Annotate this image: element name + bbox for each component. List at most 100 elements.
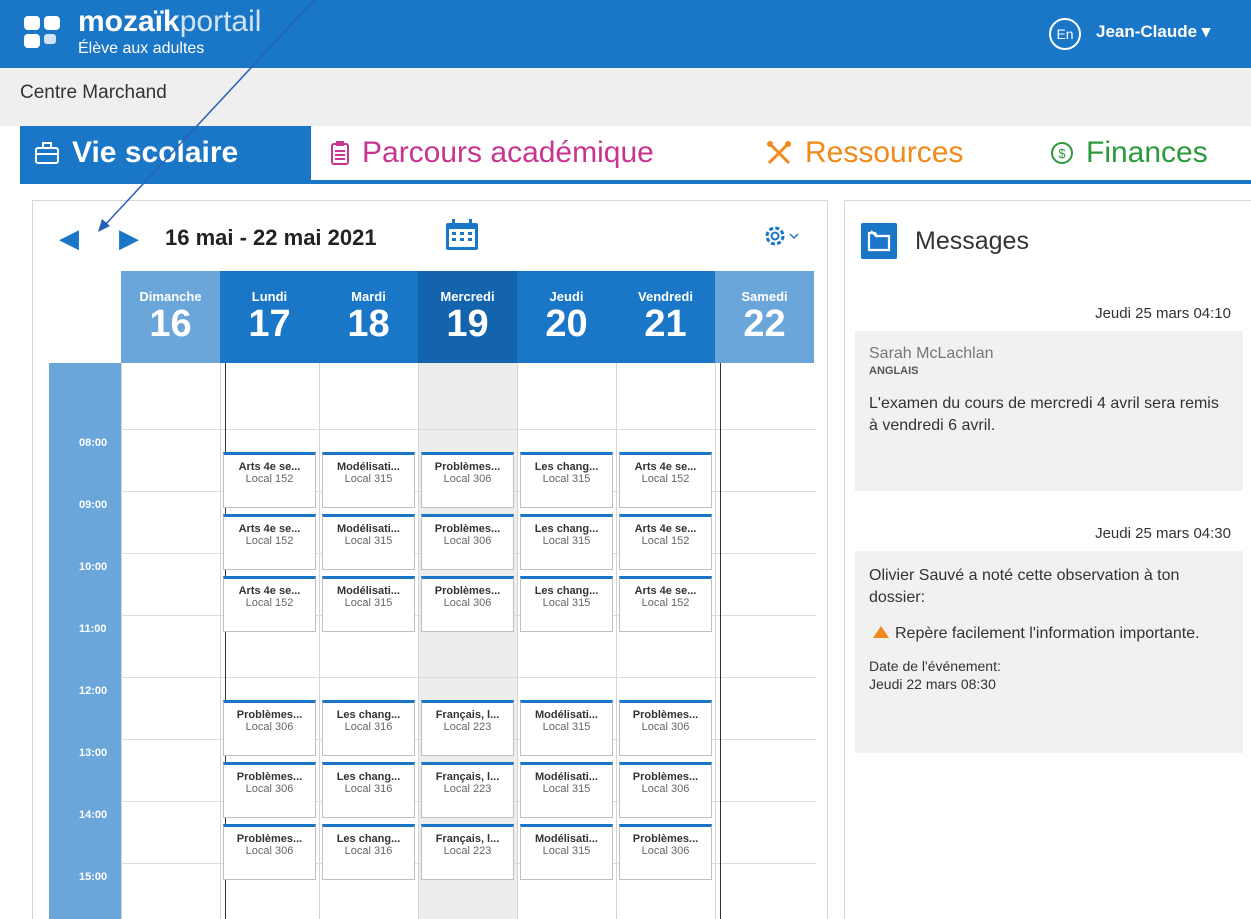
event-title: Arts 4e se... [634,461,697,473]
event-title: Français, l... [435,709,500,721]
message-card[interactable]: Sarah McLachlan ANGLAIS L'examen du cour… [855,331,1243,491]
user-menu[interactable]: Jean-Claude ▾ [1096,22,1210,42]
messages-panel: Messages Jeudi 25 mars 04:10 Sarah McLac… [844,200,1251,919]
day-name: Vendredi [638,289,693,304]
event-room: Local 152 [641,597,690,609]
class-event[interactable]: Problèmes... Local 306 [421,576,514,632]
time-label: 08:00 [79,437,108,449]
class-event[interactable]: Arts 4e se... Local 152 [619,452,712,508]
event-room: Local 316 [344,783,393,795]
next-week-button[interactable]: ▶ [119,223,139,254]
day-number: 18 [347,303,390,345]
day-headers: Dimanche 16 Lundi 17 Mardi 18 Mercredi 19 Jeudi 2… [121,271,814,363]
class-event[interactable]: Les chang... Local 316 [322,824,415,880]
class-event[interactable]: Problèmes... Local 306 [421,452,514,508]
event-room: Local 152 [245,597,294,609]
class-event[interactable]: Problèmes... Local 306 [223,824,316,880]
class-event[interactable]: Modélisati... Local 315 [520,762,613,818]
event-title: Modélisati... [337,523,400,535]
calendar-settings-menu[interactable] [763,223,803,254]
day-column[interactable] [121,363,220,919]
mozaik-logo-icon[interactable] [22,14,62,50]
day-header-lundi[interactable]: Lundi 17 [220,271,319,363]
tab-parcours-academique[interactable]: Parcours académique [330,126,654,180]
calendar-picker-icon[interactable] [445,219,479,251]
message-body: L'examen du cours de mercredi 4 avril se… [869,395,1219,434]
day-name: Mardi [351,289,386,304]
messages-icon [861,223,897,259]
class-event[interactable]: Les chang... Local 315 [520,452,613,508]
event-title: Arts 4e se... [238,461,301,473]
event-title: Arts 4e se... [634,523,697,535]
event-title: Les chang... [534,585,599,597]
day-number: 19 [446,303,489,345]
tab-finances[interactable]: $ Finances [1050,126,1208,180]
class-event[interactable]: Problèmes... Local 306 [421,514,514,570]
day-header-mercredi[interactable]: Mercredi 19 [418,271,517,363]
class-event[interactable]: Modélisati... Local 315 [322,452,415,508]
class-event[interactable]: Français, l... Local 223 [421,762,514,818]
schedule-panel: ◀ ▶ 16 mai - 22 mai 2021 Dimanche 16 Lundi… [32,200,828,919]
event-title: Problèmes... [434,523,501,535]
message-card[interactable]: Olivier Sauvé a noté cette observation à… [855,551,1243,753]
class-event[interactable]: Les chang... Local 316 [322,762,415,818]
event-room: Local 152 [245,535,294,547]
day-name: Mercredi [440,289,495,304]
previous-week-button[interactable]: ◀ [59,223,79,254]
class-event[interactable]: Arts 4e se... Local 152 [223,452,316,508]
class-event[interactable]: Modélisati... Local 315 [520,824,613,880]
day-header-dimanche[interactable]: Dimanche 16 [121,271,220,363]
time-label: 13:00 [79,747,108,759]
class-event[interactable]: Français, l... Local 223 [421,824,514,880]
class-event[interactable]: Arts 4e se... Local 152 [619,576,712,632]
day-number: 21 [644,303,687,345]
class-event[interactable]: Les chang... Local 315 [520,576,613,632]
event-room: Local 316 [344,721,393,733]
class-event[interactable]: Problèmes... Local 306 [223,762,316,818]
class-event[interactable]: Modélisati... Local 315 [322,514,415,570]
event-room: Local 223 [443,845,492,857]
class-event[interactable]: Modélisati... Local 315 [520,700,613,756]
class-event[interactable]: Modélisati... Local 315 [322,576,415,632]
event-room: Local 306 [641,721,690,733]
event-room: Local 152 [641,535,690,547]
event-title: Arts 4e se... [634,585,697,597]
event-room: Local 315 [344,535,393,547]
event-title: Problèmes... [632,833,699,845]
tab-vie-scolaire[interactable]: Vie scolaire [20,126,311,180]
class-event[interactable]: Problèmes... Local 306 [619,700,712,756]
event-date: Jeudi 22 mars 08:30 [869,676,996,692]
event-room: Local 306 [641,783,690,795]
class-event[interactable]: Français, l... Local 223 [421,700,514,756]
time-label: 15:00 [79,871,108,883]
day-column[interactable] [715,363,814,919]
class-event[interactable]: Problèmes... Local 306 [619,762,712,818]
event-title: Problèmes... [434,585,501,597]
event-room: Local 152 [245,473,294,485]
class-event[interactable]: Arts 4e se... Local 152 [223,576,316,632]
event-label: Date de l'événement: [869,658,1001,674]
day-header-jeudi[interactable]: Jeudi 20 [517,271,616,363]
tab-ressources[interactable]: Ressources [765,126,963,180]
day-header-mardi[interactable]: Mardi 18 [319,271,418,363]
class-event[interactable]: Les chang... Local 315 [520,514,613,570]
brand-name[interactable]: mozaïkportail [78,6,261,38]
day-header-vendredi[interactable]: Vendredi 21 [616,271,715,363]
event-title: Modélisati... [535,771,598,783]
time-label: 09:00 [79,499,108,511]
day-name: Dimanche [139,289,202,304]
day-header-samedi[interactable]: Samedi 22 [715,271,814,363]
class-event[interactable]: Arts 4e se... Local 152 [619,514,712,570]
class-event[interactable]: Arts 4e se... Local 152 [223,514,316,570]
class-event[interactable]: Les chang... Local 316 [322,700,415,756]
event-room: Local 315 [542,597,591,609]
event-room: Local 223 [443,721,492,733]
language-toggle[interactable]: En [1049,18,1081,50]
event-room: Local 315 [542,783,591,795]
event-title: Les chang... [336,771,401,783]
class-event[interactable]: Problèmes... Local 306 [619,824,712,880]
message-subject: ANGLAIS [869,365,919,377]
class-event[interactable]: Problèmes... Local 306 [223,700,316,756]
day-name: Samedi [741,289,788,304]
day-name: Lundi [251,289,288,304]
